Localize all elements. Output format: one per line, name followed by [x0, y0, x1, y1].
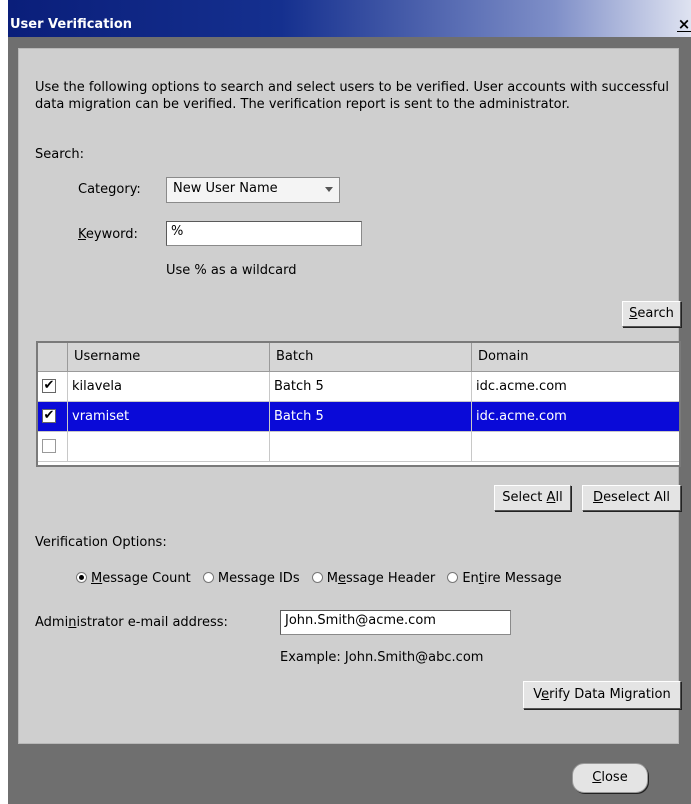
select-all-label-prefix: Select: [502, 490, 547, 505]
close-x-icon[interactable]: ×: [677, 16, 691, 32]
window-title: User Verification: [10, 17, 133, 32]
close-button-mnemonic: C: [592, 770, 602, 785]
search-button-label: earch: [637, 306, 674, 321]
radio-message-count-label: essage Count: [102, 571, 191, 586]
deselect-all-label: eselect All: [603, 490, 670, 505]
radio-message-ids[interactable]: Message IDs: [202, 571, 300, 586]
keyword-label: Keyword:: [78, 227, 138, 242]
radio-entire-message[interactable]: Entire Message: [447, 571, 562, 586]
search-section-label: Search:: [35, 147, 85, 162]
main-panel: Use the following options to search and …: [18, 48, 681, 744]
select-all-label-rest: ll: [555, 490, 563, 505]
admin-email-label-rest: istrator e-mail address:: [76, 615, 228, 630]
batch-cell: Batch 5: [270, 402, 472, 432]
select-all-button[interactable]: Select All: [494, 485, 571, 511]
domain-cell: idc.acme.com: [476, 409, 567, 424]
category-value: New User Name: [173, 181, 278, 196]
username-cell: kilavela: [68, 372, 270, 402]
table-row[interactable]: ✔ kilavela Batch 5 idc.acme.com: [38, 372, 679, 402]
radio-message-header-mnemonic: e: [337, 571, 346, 586]
column-header-batch[interactable]: Batch: [270, 343, 472, 371]
row-checkbox[interactable]: [42, 439, 56, 453]
wildcard-hint: Use % as a wildcard: [166, 263, 297, 278]
radio-unselected-icon[interactable]: [202, 572, 214, 583]
deselect-all-button[interactable]: Deselect All: [582, 485, 681, 511]
column-header-username[interactable]: Username: [68, 343, 270, 371]
row-checkbox-cell[interactable]: ✔: [38, 402, 68, 432]
row-checkbox[interactable]: ✔: [42, 409, 56, 423]
users-table: Username Batch Domain ✔ kilavela Batch 5…: [36, 341, 681, 467]
radio-unselected-icon[interactable]: [447, 572, 459, 583]
admin-email-label-prefix: Admi: [35, 615, 69, 630]
admin-email-input[interactable]: John.Smith@acme.com: [280, 610, 511, 635]
select-column-header[interactable]: [38, 343, 68, 371]
verification-options-group: Message Count Message IDs Message Header…: [76, 571, 562, 586]
row-checkbox-cell[interactable]: [38, 432, 68, 462]
close-button[interactable]: Close: [572, 763, 648, 793]
verify-button-label: rify Data Migration: [549, 687, 671, 702]
radio-message-count-mnemonic: M: [91, 571, 103, 586]
batch-cell: [270, 432, 472, 462]
title-bar[interactable]: User Verification ×: [8, 0, 691, 37]
radio-message-header-label: ssage Header: [345, 571, 436, 586]
verify-data-migration-button[interactable]: Verify Data Migration: [523, 681, 681, 709]
description-text: Use the following options to search and …: [35, 80, 669, 112]
radio-message-ids-label: Message IDs: [217, 571, 300, 586]
radio-message-header-prefix: M: [326, 571, 338, 586]
radio-selected-icon[interactable]: [76, 572, 87, 583]
admin-email-label: Administrator e-mail address:: [35, 615, 228, 630]
keyword-label-mnemonic: K: [78, 227, 86, 242]
row-checkbox-cell[interactable]: ✔: [38, 372, 68, 402]
close-button-label: lose: [601, 770, 628, 785]
username-cell: [68, 432, 270, 462]
verification-options-label: Verification Options:: [35, 535, 167, 550]
domain-cell: idc.acme.com: [476, 379, 567, 394]
user-verification-window: User Verification × Use the following op…: [8, 0, 691, 804]
row-checkbox[interactable]: ✔: [42, 379, 56, 393]
category-label: Category:: [78, 182, 141, 197]
table-header: Username Batch Domain: [38, 343, 679, 372]
radio-message-header[interactable]: Message Header: [311, 571, 436, 586]
radio-message-count[interactable]: Message Count: [76, 571, 191, 586]
batch-cell: Batch 5: [270, 372, 472, 402]
verify-button-mnemonic: e: [541, 687, 550, 702]
radio-entire-message-prefix: En: [462, 571, 479, 586]
keyword-input[interactable]: %: [166, 221, 362, 246]
chevron-down-icon: [325, 187, 333, 192]
column-header-domain[interactable]: Domain: [472, 343, 681, 371]
category-dropdown[interactable]: New User Name: [166, 177, 340, 203]
radio-unselected-icon[interactable]: [311, 572, 323, 583]
table-row[interactable]: [38, 432, 679, 462]
domain-cell: [472, 432, 681, 462]
deselect-all-mnemonic: D: [593, 490, 604, 505]
username-cell: vramiset: [68, 402, 270, 432]
table-row-selected[interactable]: ✔ vramiset Batch 5 idc.acme.com: [38, 402, 679, 432]
search-button[interactable]: Search: [622, 301, 681, 327]
radio-entire-message-label: ire Message: [483, 571, 562, 586]
verify-button-prefix: V: [533, 687, 542, 702]
email-example-hint: Example: John.Smith@abc.com: [280, 650, 484, 665]
keyword-label-rest: eyword:: [85, 227, 138, 242]
